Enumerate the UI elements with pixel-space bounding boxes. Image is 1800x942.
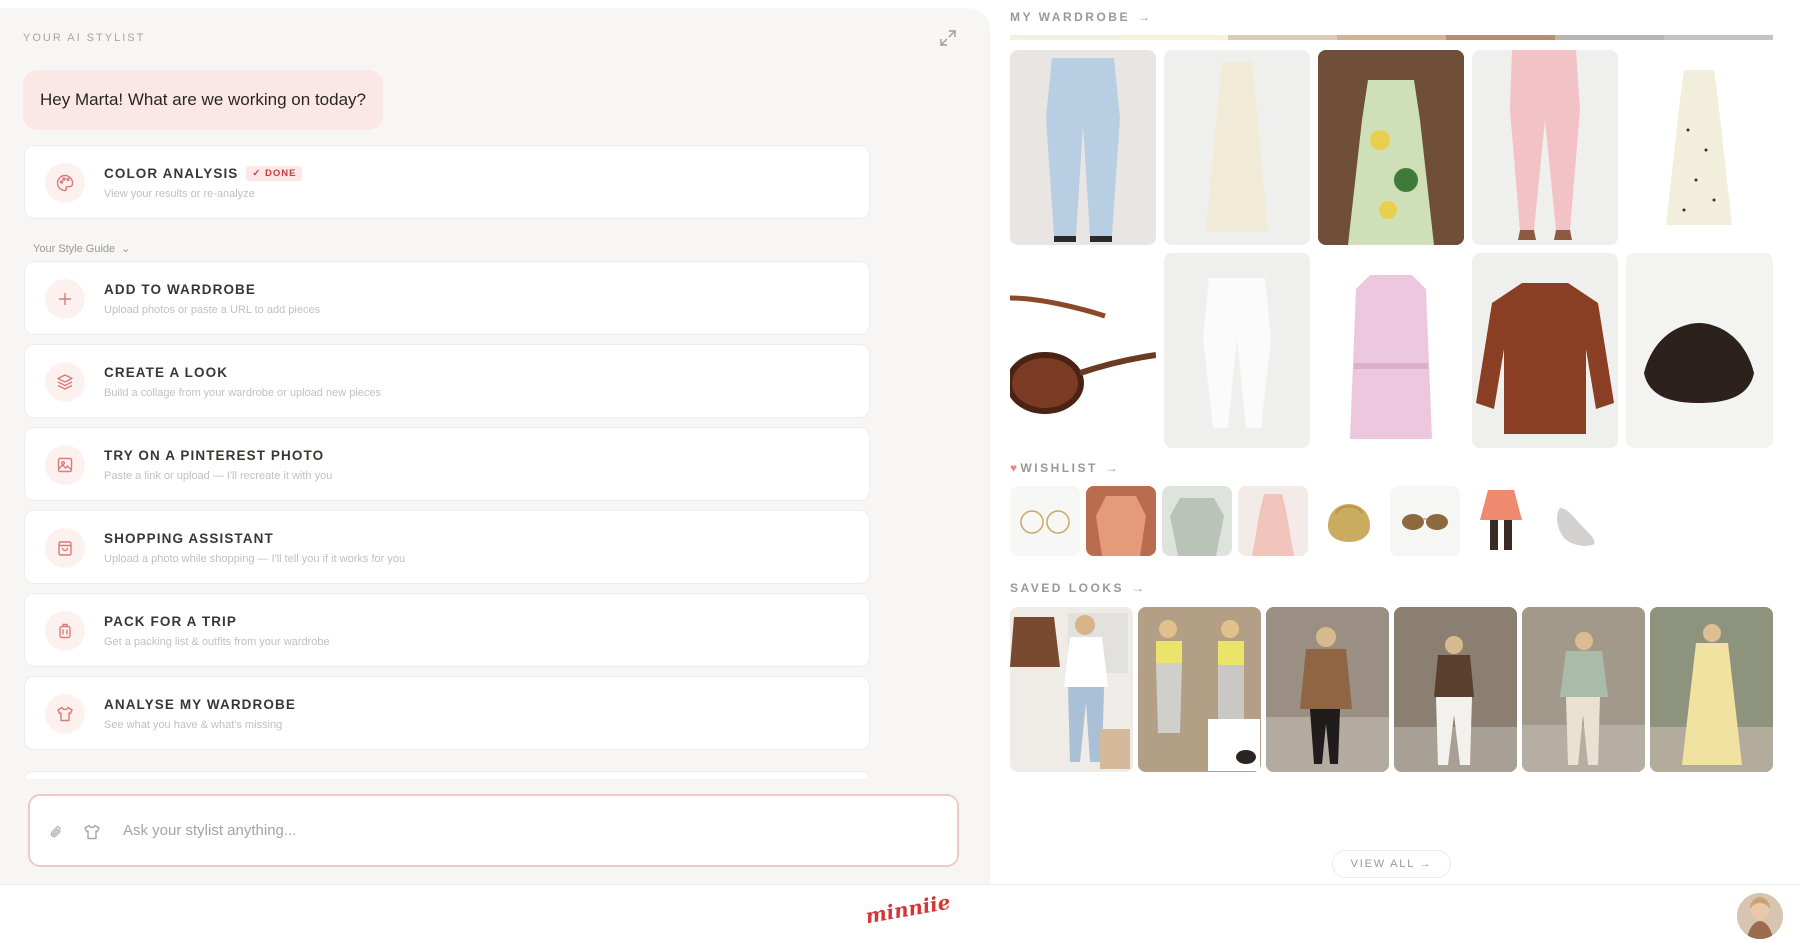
wardrobe-title: MY WARDROBE bbox=[1010, 10, 1130, 24]
shopping-bag-icon bbox=[45, 528, 85, 568]
check-icon: ✓ bbox=[252, 168, 266, 179]
color-palette-bar bbox=[1010, 35, 1773, 40]
chat-placeholder: Ask your stylist anything... bbox=[123, 822, 297, 839]
saved-look-6[interactable] bbox=[1650, 607, 1773, 772]
saved-look-2[interactable] bbox=[1138, 607, 1261, 772]
palette-icon bbox=[45, 163, 85, 203]
wardrobe-item-floral-dress[interactable] bbox=[1318, 50, 1464, 245]
saved-look-3[interactable] bbox=[1266, 607, 1389, 772]
style-guide-toggle[interactable]: Your Style Guide ⌄ bbox=[33, 242, 130, 255]
wishlist-item-coral-blouse[interactable] bbox=[1086, 486, 1156, 556]
avatar[interactable] bbox=[1737, 893, 1783, 939]
palette-swatch bbox=[1555, 35, 1664, 40]
color-analysis-title: COLOR ANALYSIS ✓ DONE bbox=[104, 166, 303, 181]
done-badge: ✓ DONE bbox=[246, 166, 303, 181]
wardrobe-shirt-icon[interactable] bbox=[82, 822, 102, 842]
action-title: ANALYSE MY WARDROBE bbox=[104, 697, 296, 712]
wardrobe-item-leather-jacket[interactable] bbox=[1472, 253, 1618, 448]
minniie-logo[interactable]: minniie bbox=[864, 890, 953, 929]
wishlist-section-title[interactable]: ♥ WISHLIST → bbox=[1010, 461, 1118, 475]
wishlist-item-sneaker[interactable] bbox=[1542, 486, 1612, 556]
action-subtitle: Upload a photo while shopping — I'll tel… bbox=[104, 553, 406, 565]
action-card-create-a-look[interactable]: CREATE A LOOK Build a collage from your … bbox=[24, 344, 870, 418]
action-card-pack-for-a-trip[interactable]: PACK FOR A TRIP Get a packing list & out… bbox=[24, 593, 870, 667]
color-analysis-subtitle: View your results or re-analyze bbox=[104, 188, 255, 200]
chat-input[interactable]: Ask your stylist anything... bbox=[28, 794, 959, 867]
stylist-panel: YOUR AI STYLIST Hey Marta! What are we w… bbox=[0, 8, 990, 884]
action-title: CREATE A LOOK bbox=[104, 365, 229, 380]
action-title: PACK FOR A TRIP bbox=[104, 614, 237, 629]
layers-icon bbox=[45, 362, 85, 402]
action-title: ADD TO WARDROBE bbox=[104, 282, 257, 297]
done-badge-text: DONE bbox=[265, 168, 297, 179]
wardrobe-item-jeans[interactable] bbox=[1010, 50, 1156, 245]
wishlist-item-coral-skirt[interactable] bbox=[1466, 486, 1536, 556]
palette-swatch bbox=[1010, 35, 1119, 40]
palette-swatch bbox=[1664, 35, 1773, 40]
expand-icon[interactable] bbox=[938, 28, 958, 48]
wishlist-item-woven-bag[interactable] bbox=[1314, 486, 1384, 556]
wardrobe-item-pink-trousers[interactable] bbox=[1472, 50, 1618, 245]
stylist-label: YOUR AI STYLIST bbox=[23, 32, 146, 44]
plus-icon bbox=[45, 279, 85, 319]
action-card-analyse-wardrobe[interactable]: ANALYSE MY WARDROBE See what you have & … bbox=[24, 676, 870, 750]
action-card-shopping-assistant[interactable]: SHOPPING ASSISTANT Upload a photo while … bbox=[24, 510, 870, 584]
saved-look-5[interactable] bbox=[1522, 607, 1645, 772]
palette-swatch bbox=[1446, 35, 1555, 40]
wardrobe-item-white-jeans[interactable] bbox=[1164, 253, 1310, 448]
action-subtitle: Paste a link or upload — I'll recreate i… bbox=[104, 470, 333, 482]
wardrobe-item-woven-clutch[interactable] bbox=[1626, 253, 1773, 448]
greeting-bubble: Hey Marta! What are we working on today? bbox=[23, 70, 383, 130]
partial-card bbox=[24, 771, 870, 779]
arrow-right-icon: → bbox=[1137, 10, 1150, 24]
saved-look-4[interactable] bbox=[1394, 607, 1517, 772]
wishlist-item-gingham-top[interactable] bbox=[1162, 486, 1232, 556]
view-all-button[interactable]: VIEW ALL → bbox=[1332, 850, 1451, 878]
action-subtitle: See what you have & what's missing bbox=[104, 719, 283, 731]
luggage-icon bbox=[45, 611, 85, 651]
wishlist-title: WISHLIST bbox=[1020, 461, 1098, 475]
action-title: TRY ON A PINTEREST PHOTO bbox=[104, 448, 325, 463]
action-title: SHOPPING ASSISTANT bbox=[104, 531, 274, 546]
style-guide-label: Your Style Guide bbox=[33, 243, 116, 255]
wishlist-item-aviators[interactable] bbox=[1390, 486, 1460, 556]
shirt-icon bbox=[45, 694, 85, 734]
wardrobe-item-sunglasses[interactable] bbox=[1010, 253, 1156, 448]
saved-looks-section-title[interactable]: SAVED LOOKS → bbox=[1010, 581, 1144, 595]
image-icon bbox=[45, 445, 85, 485]
action-subtitle: Build a collage from your wardrobe or up… bbox=[104, 387, 381, 399]
wardrobe-item-pink-coat[interactable] bbox=[1318, 253, 1464, 448]
paperclip-icon[interactable] bbox=[47, 823, 65, 841]
wardrobe-item-slip-dress[interactable] bbox=[1164, 50, 1310, 245]
wishlist-item-gold-glasses[interactable] bbox=[1010, 486, 1080, 556]
footer-divider bbox=[0, 884, 1800, 885]
action-card-try-on-pinterest[interactable]: TRY ON A PINTEREST PHOTO Paste a link or… bbox=[24, 427, 870, 501]
color-analysis-title-text: COLOR ANALYSIS bbox=[104, 166, 239, 181]
action-card-add-to-wardrobe[interactable]: ADD TO WARDROBE Upload photos or paste a… bbox=[24, 261, 870, 335]
palette-swatch bbox=[1337, 35, 1446, 40]
palette-swatch bbox=[1228, 35, 1337, 40]
color-analysis-card[interactable]: COLOR ANALYSIS ✓ DONE View your results o… bbox=[24, 145, 870, 219]
wishlist-item-pink-dress[interactable] bbox=[1238, 486, 1308, 556]
arrow-right-icon: → bbox=[1105, 461, 1118, 475]
arrow-right-icon: → bbox=[1131, 581, 1144, 595]
action-subtitle: Get a packing list & outfits from your w… bbox=[104, 636, 330, 648]
palette-swatch bbox=[1119, 35, 1228, 40]
action-subtitle: Upload photos or paste a URL to add piec… bbox=[104, 304, 321, 316]
heart-icon: ♥ bbox=[1010, 461, 1021, 475]
chevron-down-icon: ⌄ bbox=[121, 243, 131, 255]
saved-look-1[interactable] bbox=[1010, 607, 1133, 772]
wardrobe-item-polka-dress[interactable] bbox=[1626, 50, 1773, 245]
saved-looks-title: SAVED LOOKS bbox=[1010, 581, 1124, 595]
wardrobe-section-title[interactable]: MY WARDROBE → bbox=[1010, 10, 1150, 24]
